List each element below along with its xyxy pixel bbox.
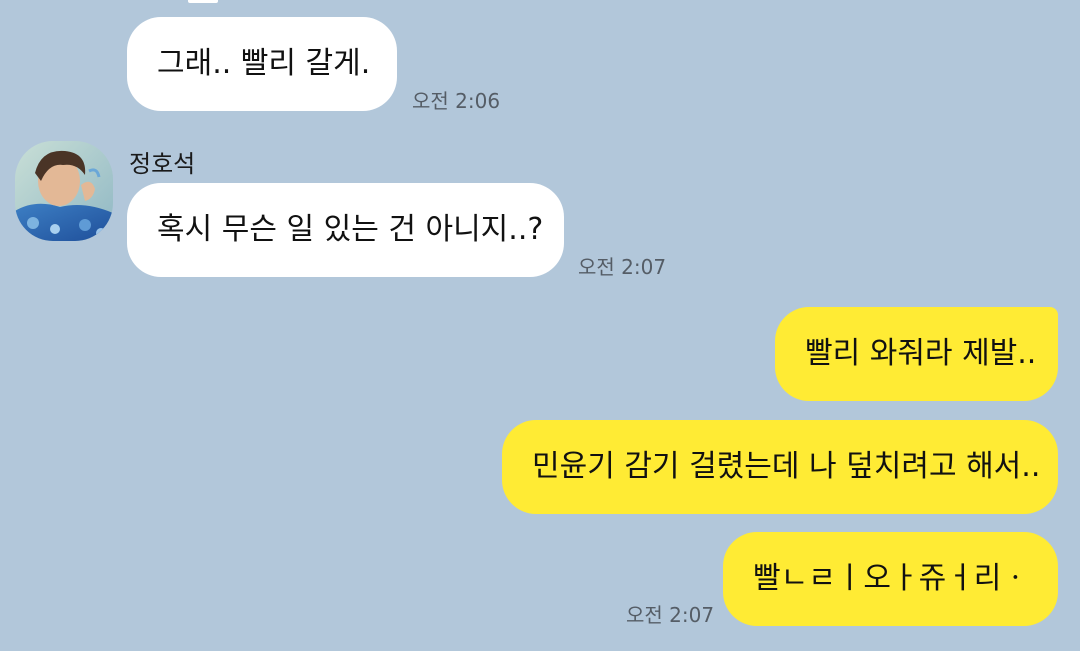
message-timestamp: 오전 2:07: [626, 603, 715, 627]
message-text: 혹시 무슨 일 있는 건 아니지..?: [157, 212, 544, 247]
message-bubble-outgoing[interactable]: 빨ㄴㄹㅣ오ㅏ쥬ㅓ리ㆍ: [723, 532, 1058, 626]
message-timestamp: 오전 2:07: [578, 255, 667, 279]
previous-bubble-edge: [188, 0, 218, 3]
message-text: 빨ㄴㄹㅣ오ㅏ쥬ㅓ리ㆍ: [753, 561, 1029, 596]
message-text: 그래.. 빨리 갈게.: [157, 46, 371, 81]
message-timestamp: 오전 2:06: [412, 89, 501, 113]
message-bubble-incoming[interactable]: 혹시 무슨 일 있는 건 아니지..?: [127, 183, 564, 277]
message-bubble-incoming[interactable]: 그래.. 빨리 갈게.: [127, 17, 397, 111]
message-text: 빨리 와줘라 제발..: [805, 336, 1037, 371]
sender-name: 정호석: [129, 150, 196, 178]
profile-photo-icon: [15, 141, 113, 241]
message-bubble-outgoing[interactable]: 민윤기 감기 걸렸는데 나 덮치려고 해서..: [502, 420, 1058, 514]
message-text: 민윤기 감기 걸렸는데 나 덮치려고 해서..: [532, 449, 1041, 484]
message-bubble-outgoing[interactable]: 빨리 와줘라 제발..: [775, 307, 1058, 401]
sender-avatar[interactable]: [15, 141, 113, 241]
chat-room: 그래.. 빨리 갈게. 오전 2:06 정호석 혹시 무슨 일 있는 건 아니지…: [0, 0, 1080, 651]
